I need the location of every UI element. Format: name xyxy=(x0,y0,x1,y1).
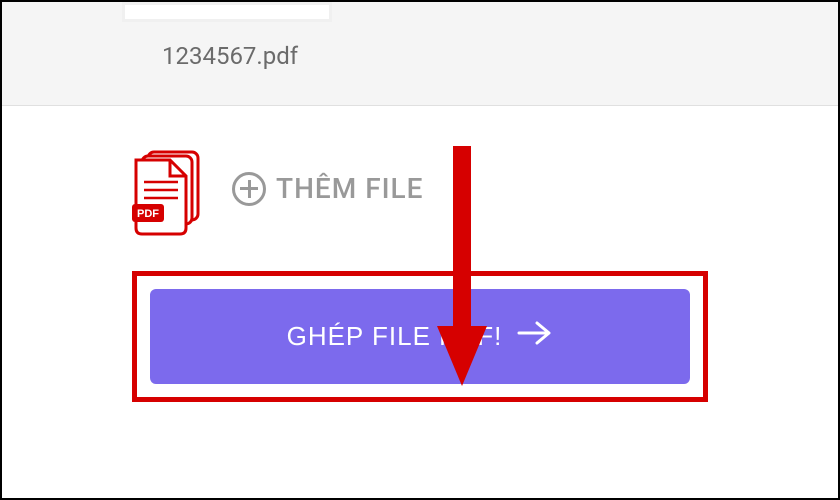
actions-section: PDF THÊM FILE GHÉP FILE PDF! xyxy=(2,106,838,442)
add-file-row[interactable]: PDF THÊM FILE xyxy=(132,146,708,231)
annotation-highlight-box: GHÉP FILE PDF! xyxy=(132,271,708,402)
file-section: 1234567.pdf xyxy=(2,2,838,106)
file-thumbnail xyxy=(122,2,332,22)
annotation-arrow-icon xyxy=(432,136,492,386)
pdf-stack-icon: PDF xyxy=(132,146,202,231)
plus-circle-icon xyxy=(232,172,266,206)
arrow-right-icon xyxy=(517,319,553,354)
add-file-button[interactable]: THÊM FILE xyxy=(232,172,423,206)
merge-pdf-button[interactable]: GHÉP FILE PDF! xyxy=(150,289,690,384)
file-name: 1234567.pdf xyxy=(162,42,838,70)
svg-text:PDF: PDF xyxy=(137,208,159,220)
add-file-label: THÊM FILE xyxy=(276,172,423,205)
